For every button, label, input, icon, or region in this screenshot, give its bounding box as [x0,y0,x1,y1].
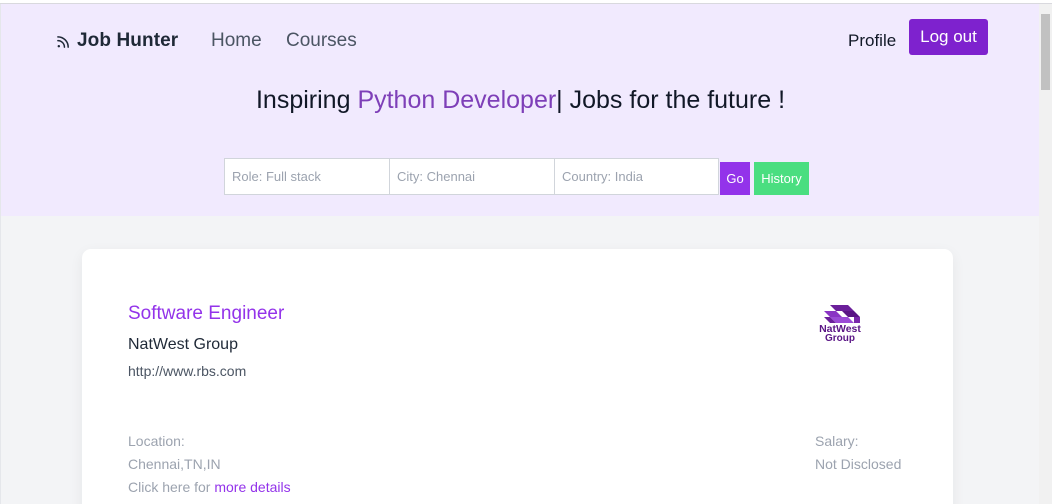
brand-name: Job Hunter [77,30,179,51]
natwest-cube-icon [824,305,860,323]
salary-value: Not Disclosed [815,456,902,472]
location-label: Location: [128,433,185,449]
job-card: Software Engineer NatWest Group http://w… [82,249,953,504]
salary-label: Salary: [815,433,859,449]
rss-icon [57,35,69,48]
vertical-scrollbar[interactable] [1039,4,1052,504]
go-button[interactable]: Go [720,162,750,195]
headline-typed-role: Python Developer [357,86,557,114]
nav-home[interactable]: Home [211,26,262,56]
role-input[interactable] [224,158,389,195]
company-website: http://www.rbs.com [128,363,247,379]
location-value: Chennai,TN,IN [128,456,221,472]
headline-prefix: Inspiring [255,86,358,114]
logout-button[interactable]: Log out [909,19,988,55]
logo-text-line2: Group [825,333,855,343]
nav-courses[interactable]: Courses [286,26,357,56]
scrollbar-thumb[interactable] [1041,14,1050,90]
details-line: Click here for more details [128,479,291,495]
country-input[interactable] [554,158,719,195]
page: Job Hunter Home Courses Profile Log out … [0,4,1039,504]
more-details-link[interactable]: more details [214,479,290,495]
headline: Inspiring Python Developer| Jobs for the… [1,86,1039,115]
job-title[interactable]: Software Engineer [128,303,284,325]
brand[interactable]: Job Hunter [56,26,178,56]
history-button[interactable]: History [754,162,809,195]
hero-header: Job Hunter Home Courses Profile Log out … [1,4,1039,216]
city-input[interactable] [389,158,554,195]
profile-link[interactable]: Profile [848,26,896,56]
company-logo: NatWest Group [819,305,861,343]
search-bar: Go History [224,158,809,195]
company-name: NatWest Group [128,336,238,353]
details-prefix: Click here for [128,479,215,495]
headline-suffix: Jobs for the future ! [562,86,786,114]
